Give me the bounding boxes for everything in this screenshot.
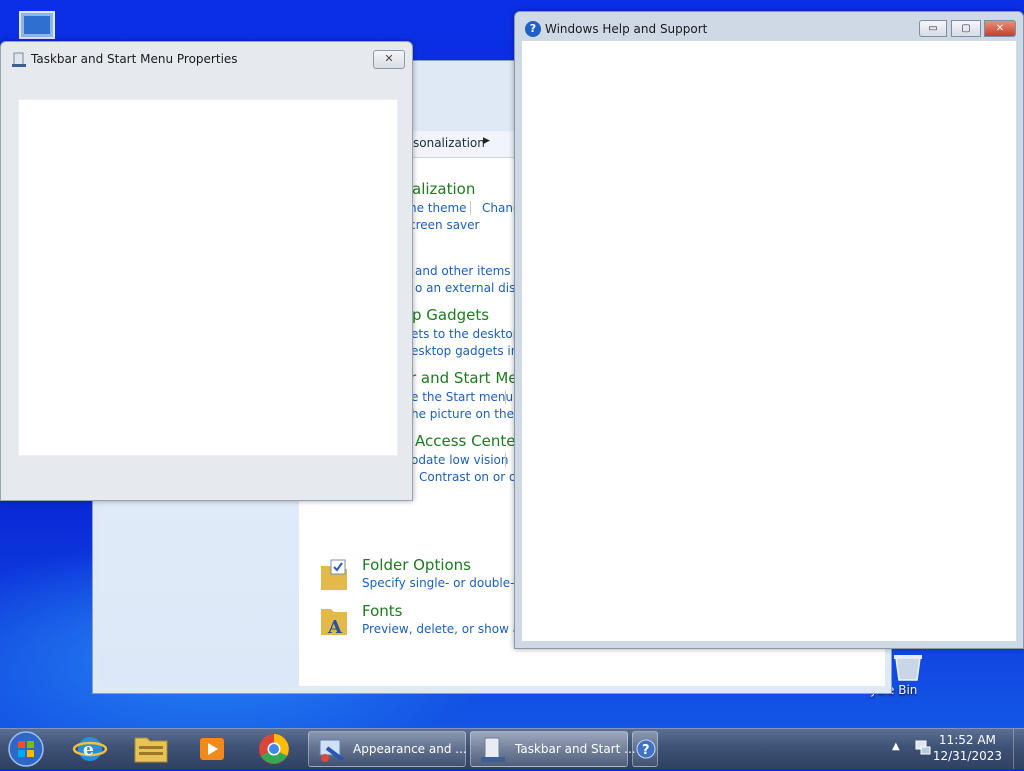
taskbar-pin-chrome[interactable] xyxy=(248,732,300,766)
show-desktop-button[interactable] xyxy=(1013,729,1024,769)
link-change-start-picture[interactable]: he picture on the St xyxy=(411,407,530,421)
taskbar-button-help[interactable]: ? xyxy=(632,731,658,767)
link-preview-fonts[interactable]: Preview, delete, or show and xyxy=(362,622,535,636)
windows-logo-icon xyxy=(8,731,44,767)
link-separator xyxy=(505,453,506,467)
category-title-folder-options[interactable]: Folder Options xyxy=(362,556,471,574)
svg-text:?: ? xyxy=(642,743,650,758)
category-title-ease-of-access[interactable]: Access Center xyxy=(415,432,522,450)
svg-text:A: A xyxy=(327,617,343,637)
desktop: ycle Bin sonalization ▶ alization he the… xyxy=(0,0,1024,728)
link-high-contrast[interactable]: Contrast on or off xyxy=(419,470,525,484)
link-add-gadgets[interactable]: ets to the desktop xyxy=(411,327,520,341)
help-question-icon: ? xyxy=(525,21,541,37)
appearance-icon xyxy=(319,739,345,762)
link-single-double-click[interactable]: Specify single- or double-clic xyxy=(362,576,534,590)
taskbar: e Appearance and ... Taskbar and Start .… xyxy=(0,728,1024,769)
chrome-icon xyxy=(259,734,289,764)
internet-explorer-icon: e xyxy=(72,737,108,761)
taskbar-properties-icon xyxy=(12,52,26,67)
clock-date: 12/31/2023 xyxy=(932,749,1002,763)
window-title: Windows Help and Support xyxy=(545,22,708,36)
properties-content-panel xyxy=(18,99,398,456)
help-icon: ? xyxy=(636,739,656,759)
link-change-theme[interactable]: he theme xyxy=(409,201,467,215)
folder-icon xyxy=(134,737,168,763)
taskbar-properties-icon xyxy=(481,737,505,762)
taskbar-properties-window[interactable]: Taskbar and Start Menu Properties ✕ xyxy=(0,41,413,501)
clock[interactable]: 11:52 AM 12/31/2023 xyxy=(933,732,1002,764)
category-title-fonts[interactable]: Fonts xyxy=(362,602,402,620)
title-bar[interactable]: Taskbar and Start Menu Properties ✕ xyxy=(1,42,412,76)
breadcrumb-personalization[interactable]: sonalization xyxy=(413,136,485,150)
help-and-support-window[interactable]: ? Windows Help and Support ▭ ▢ ✕ xyxy=(514,11,1024,649)
show-hidden-icons-button[interactable]: ▲ xyxy=(892,741,900,752)
link-make-text-larger[interactable]: and other items lar xyxy=(415,264,530,278)
taskbar-pin-internet-explorer[interactable]: e xyxy=(64,732,116,766)
category-title-taskbar-start-menu[interactable]: r and Start Men xyxy=(410,369,527,387)
breadcrumb-arrow-icon[interactable]: ▶ xyxy=(483,136,490,146)
link-optimize-low-vision[interactable]: odate low vision xyxy=(411,453,509,467)
svg-text:e: e xyxy=(83,740,94,760)
fonts-icon: A xyxy=(321,609,347,637)
window-title: Taskbar and Start Menu Properties xyxy=(31,52,238,66)
close-button[interactable]: ✕ xyxy=(984,20,1016,37)
taskbar-button-label: Taskbar and Start ... xyxy=(515,742,636,756)
category-title-desktop-gadgets[interactable]: p Gadgets xyxy=(412,306,489,324)
link-separator xyxy=(470,201,471,215)
taskbar-pin-windows-explorer[interactable] xyxy=(125,732,177,766)
close-button[interactable]: ✕ xyxy=(373,50,405,69)
minimize-button[interactable]: ▭ xyxy=(919,20,947,37)
recycle-bin-icon xyxy=(894,655,922,681)
taskbar-button-taskbar-properties[interactable]: Taskbar and Start ... xyxy=(470,731,636,767)
clock-time: 11:52 AM xyxy=(938,733,996,747)
help-content-area xyxy=(522,41,1016,641)
link-separator xyxy=(505,390,506,404)
start-button[interactable] xyxy=(6,730,46,768)
taskbar-button-appearance[interactable]: Appearance and ... xyxy=(308,731,467,767)
computer-desktop-icon[interactable] xyxy=(14,10,62,42)
category-title-personalization[interactable]: alization xyxy=(412,180,475,198)
taskbar-pin-media-player[interactable] xyxy=(186,732,238,766)
link-screen-saver[interactable]: creen saver xyxy=(409,218,479,232)
taskbar-button-label: Appearance and ... xyxy=(353,742,467,756)
folder-options-icon xyxy=(321,559,347,590)
network-icon[interactable] xyxy=(914,739,932,757)
computer-icon xyxy=(19,11,55,39)
link-customize-start-menu[interactable]: e the Start menu xyxy=(411,390,513,404)
media-player-icon xyxy=(200,738,224,760)
maximize-button[interactable]: ▢ xyxy=(951,20,981,37)
